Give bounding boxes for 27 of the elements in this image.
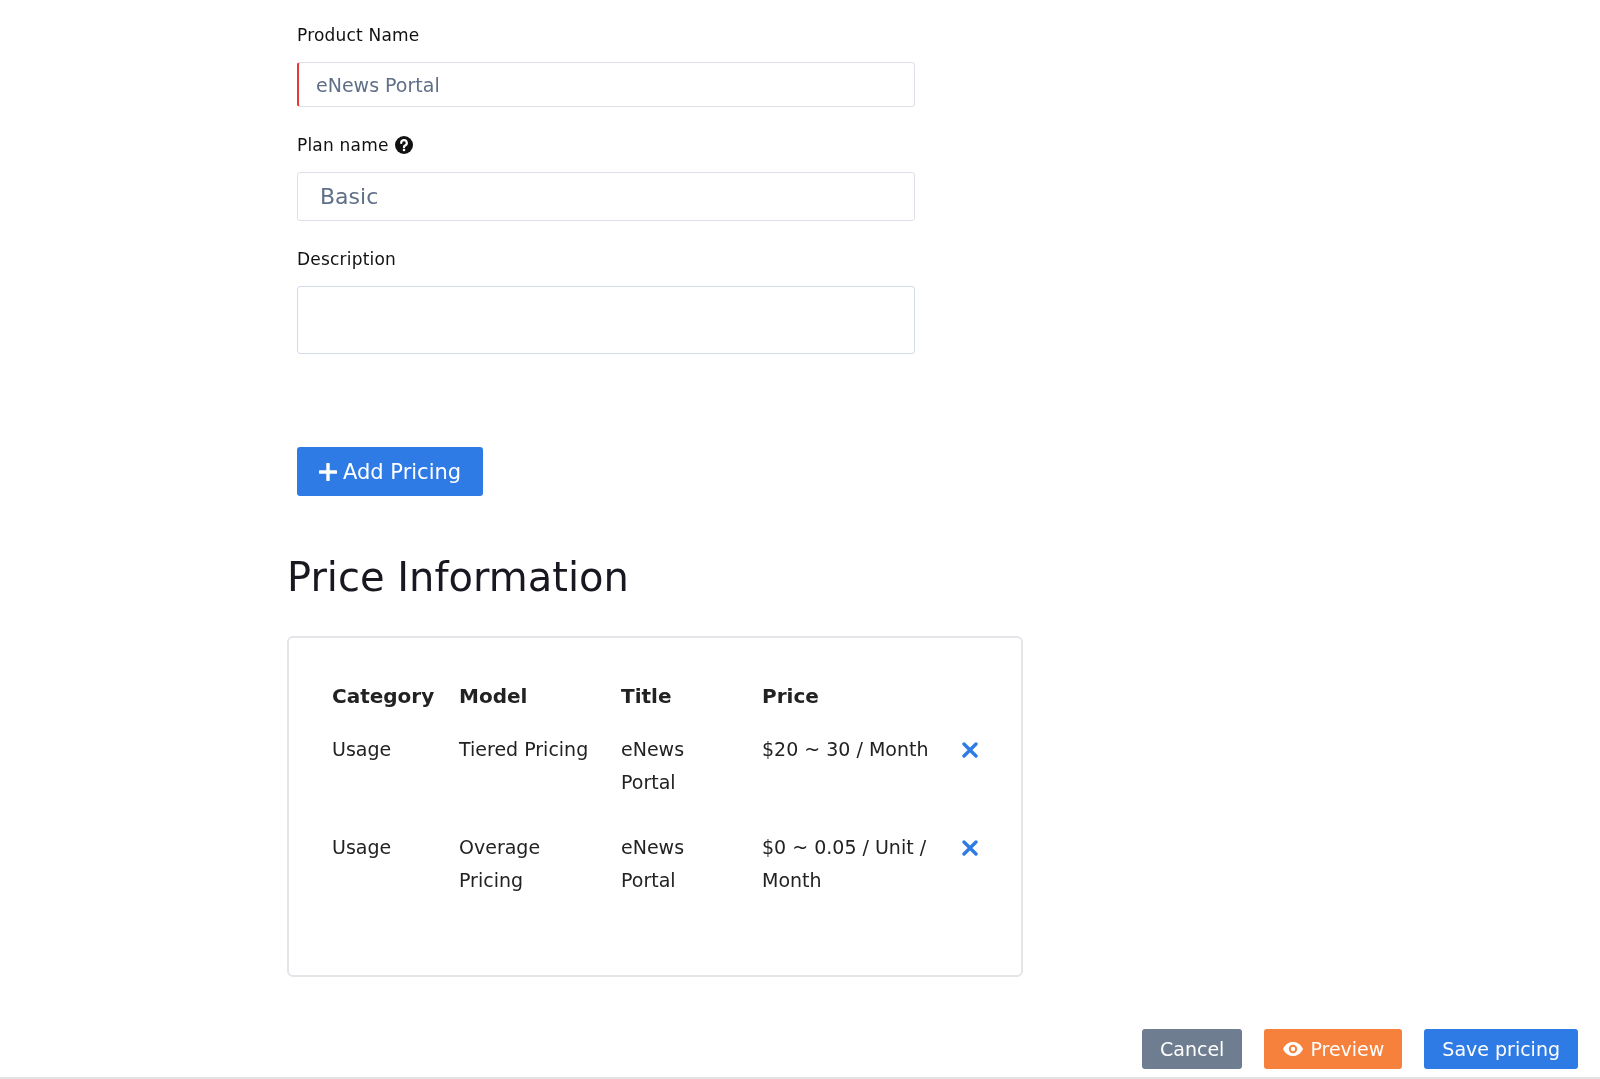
- eye-icon: [1282, 1041, 1305, 1057]
- table-cell-text: $0 ~ 0.05 / Unit / Month: [762, 835, 928, 893]
- table-cell-text: Overage Pricing: [459, 835, 542, 893]
- add-pricing-button[interactable]: Add Pricing: [297, 447, 484, 496]
- column-header: Model: [459, 683, 529, 710]
- column-header: Title: [621, 683, 673, 710]
- table-cell-text: Usage: [332, 737, 393, 762]
- input-field[interactable]: Basic: [297, 172, 915, 221]
- delete-icon[interactable]: [962, 840, 978, 856]
- plus-icon: [319, 462, 337, 481]
- field-label: Plan name: [297, 135, 389, 155]
- table-cell-text: $20 ~ 30 / Month: [762, 737, 930, 762]
- help-icon[interactable]: [394, 136, 413, 154]
- preview-button[interactable]: Preview: [1264, 1029, 1403, 1069]
- section-heading: Price Information: [287, 554, 630, 600]
- table-cell-text: eNews Portal: [621, 737, 686, 795]
- table-cell-text: eNews Portal: [621, 835, 686, 893]
- column-header: Price: [762, 683, 820, 710]
- delete-icon[interactable]: [962, 742, 978, 758]
- field-label: Description: [297, 249, 397, 269]
- cancel-button[interactable]: Cancel: [1142, 1029, 1243, 1069]
- table-cell-text: Usage: [332, 835, 393, 860]
- field-label: Product Name: [297, 25, 420, 45]
- save-button[interactable]: Save pricing: [1424, 1029, 1578, 1069]
- column-header: Category: [332, 683, 436, 710]
- table-cell-text: Tiered Pricing: [459, 737, 590, 762]
- input-field[interactable]: eNews Portal: [297, 62, 915, 107]
